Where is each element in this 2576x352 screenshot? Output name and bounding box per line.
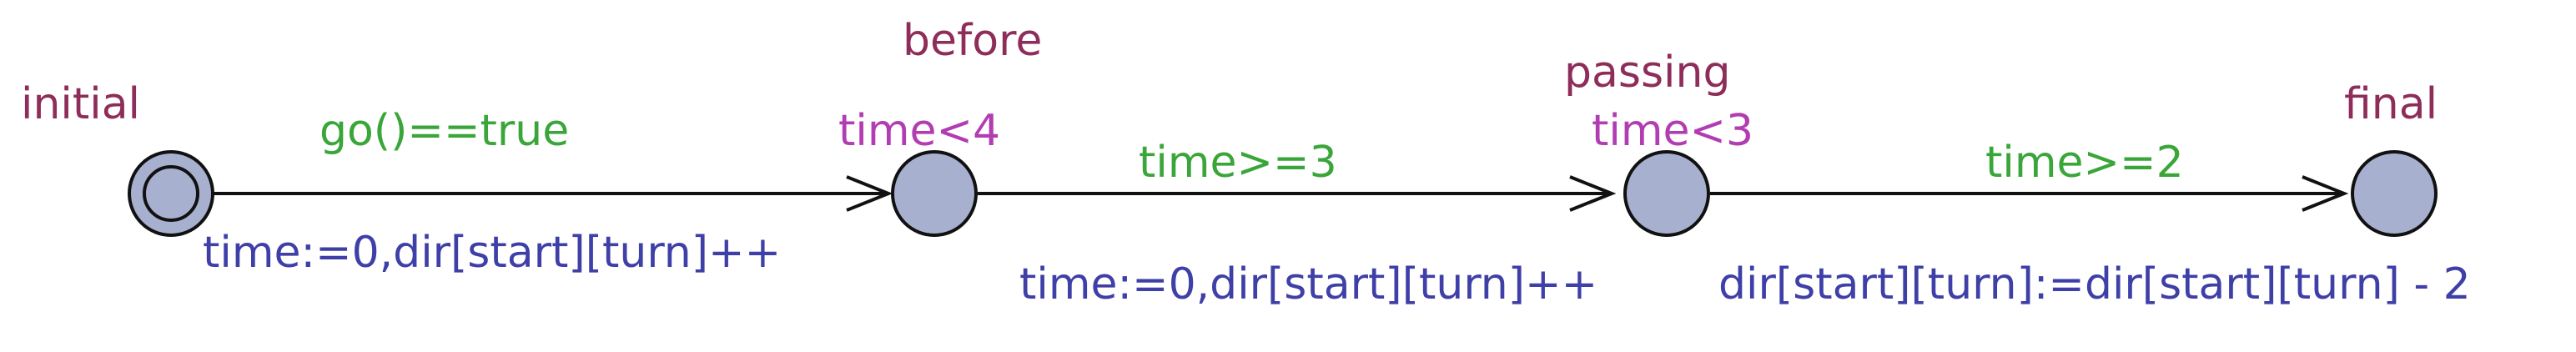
update-initial-before: time:=0,dir[start][turn]++ <box>203 228 781 278</box>
location-name-passing: passing <box>1564 48 1730 98</box>
location-name-before: before <box>903 16 1042 66</box>
invariant-passing: time<3 <box>1592 106 1753 156</box>
guard-initial-before: go()==true <box>319 106 569 156</box>
location-passing[interactable] <box>1623 150 1710 237</box>
location-final[interactable] <box>2351 150 2438 237</box>
location-name-final: final <box>2344 79 2438 129</box>
location-name-initial: initial <box>21 79 140 129</box>
edge-initial-before[interactable] <box>213 175 893 212</box>
guard-before-passing: time>=3 <box>1139 138 1337 188</box>
location-initial[interactable] <box>128 150 214 237</box>
invariant-before: time<4 <box>838 106 1000 156</box>
automaton-diagram: initial before passing final time<4 time… <box>21 16 2471 309</box>
update-before-passing: time:=0,dir[start][turn]++ <box>1019 259 1597 309</box>
update-passing-final: dir[start][turn]:=dir[start][turn] - 2 <box>1718 259 2471 309</box>
guard-passing-final: time>=2 <box>1985 138 2184 188</box>
location-before[interactable] <box>891 150 978 237</box>
